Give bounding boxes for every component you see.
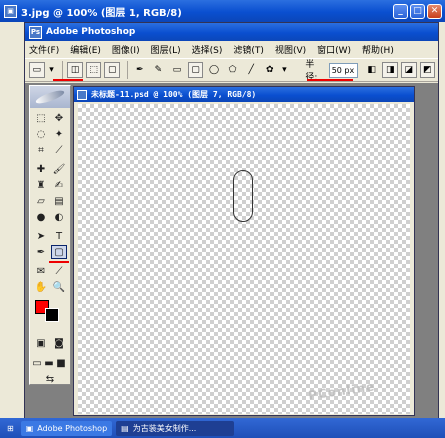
- taskbar-label-document: 为古装美女制作...: [132, 423, 197, 433]
- document-title-bar[interactable]: 未标题-11.psd @ 100% (图层 7, RGB/8): [74, 87, 414, 102]
- image-file-icon: ▣: [4, 4, 17, 18]
- app-title: Adobe Photoshop: [46, 27, 136, 37]
- clone-stamp-tool-icon[interactable]: ♜: [33, 178, 49, 192]
- geometry-options-icon[interactable]: ▾: [281, 62, 289, 78]
- screen-mode-full-menu-icon[interactable]: ▬: [43, 356, 55, 370]
- notes-tool-icon[interactable]: ✉: [33, 264, 49, 278]
- menu-select[interactable]: 选择(S): [192, 43, 223, 56]
- photoshop-icon: Ps: [29, 25, 42, 39]
- toolbox-header[interactable]: [30, 86, 70, 108]
- options-separator: [127, 61, 128, 79]
- shape-layers-icon[interactable]: ◫: [67, 62, 83, 78]
- transparent-canvas[interactable]: PConline: [78, 104, 410, 414]
- taskbar: ⊞ ▣ Adobe Photoshop ▤ 为古装美女制作...: [0, 418, 445, 438]
- paths-mode-icon[interactable]: ⬚: [85, 62, 102, 78]
- workspace: ⬚ ✥ ◌ ✦ ⌗ ⟋ ✚ 🖌 ♜ ✍ ▱ ▤ ● ◐ ➤ T ✒ ▢ ✉ ⟋ …: [25, 83, 438, 418]
- start-button[interactable]: ⊞: [4, 421, 17, 436]
- crop-tool-icon[interactable]: ⌗: [33, 143, 49, 157]
- toolbox-palette: ⬚ ✥ ◌ ✦ ⌗ ⟋ ✚ 🖌 ♜ ✍ ▱ ▤ ● ◐ ➤ T ✒ ▢ ✉ ⟋ …: [29, 85, 71, 385]
- healing-brush-tool-icon[interactable]: ✚: [33, 162, 49, 176]
- photoshop-window: Ps Adobe Photoshop 文件(F) 编辑(E) 图像(I) 图层(…: [24, 22, 439, 418]
- slice-tool-icon[interactable]: ⟋: [51, 143, 67, 157]
- taskbar-label-photoshop: Adobe Photoshop: [37, 423, 108, 433]
- menu-layer[interactable]: 图层(L): [151, 43, 181, 56]
- standard-mode-icon[interactable]: ▣: [33, 336, 49, 350]
- annotation-underline-radius: [307, 79, 353, 81]
- menu-image[interactable]: 图像(I): [112, 43, 140, 56]
- options-bar: ▭ ▾ ◫ ⬚ ▢ ✒ ✎ ▭ ▢ ◯ ⬠ ╱ ✿ ▾ 半径: 50 px ◧ …: [25, 58, 438, 83]
- pen-tool-icon[interactable]: ✒: [33, 245, 49, 259]
- subtract-shape-area-icon[interactable]: ◪: [400, 62, 417, 78]
- magic-wand-tool-icon[interactable]: ✦: [51, 127, 67, 141]
- radius-input[interactable]: 50 px: [328, 62, 358, 78]
- custom-shape-icon[interactable]: ✿: [262, 62, 278, 78]
- marquee-tool-icon[interactable]: ⬚: [33, 111, 49, 125]
- lasso-tool-icon[interactable]: ◌: [33, 127, 49, 141]
- history-brush-tool-icon[interactable]: ✍: [51, 178, 67, 192]
- rounded-rectangle-path[interactable]: [233, 170, 253, 222]
- rectangle-shape-icon[interactable]: ▭: [169, 62, 185, 78]
- gradient-tool-icon[interactable]: ▤: [51, 194, 67, 208]
- polygon-shape-icon[interactable]: ⬠: [225, 62, 241, 78]
- preset-dropdown-icon[interactable]: ▾: [48, 62, 56, 78]
- freeform-pen-icon[interactable]: ✎: [151, 62, 167, 78]
- menu-filter[interactable]: 滤镜(T): [233, 43, 264, 56]
- screen-mode-full-icon[interactable]: ■: [55, 356, 67, 370]
- quick-mask-mode-icon[interactable]: ◙: [51, 336, 67, 350]
- annotation-underline-paths: [53, 79, 83, 81]
- watermark: PConline: [307, 379, 376, 403]
- pen-tool-icon[interactable]: ✒: [132, 62, 148, 78]
- path-selection-tool-icon[interactable]: ➤: [33, 229, 49, 243]
- new-shape-layer-icon[interactable]: ◧: [364, 62, 380, 78]
- options-separator: [62, 61, 64, 79]
- outer-title-bar[interactable]: ▣ 3.jpg @ 100% (图层 1, RGB/8) _ □ ✕: [0, 0, 445, 22]
- move-tool-icon[interactable]: ✥: [51, 111, 67, 125]
- document-task-icon: ▤: [121, 423, 129, 433]
- dodge-tool-icon[interactable]: ◐: [51, 210, 67, 224]
- minimize-icon[interactable]: _: [393, 3, 408, 19]
- document-window: 未标题-11.psd @ 100% (图层 7, RGB/8) PConline: [73, 86, 415, 416]
- maximize-icon[interactable]: □: [410, 3, 425, 19]
- jump-to-imageready-icon[interactable]: ⇆: [42, 372, 58, 386]
- taskbar-item-photoshop[interactable]: ▣ Adobe Photoshop: [20, 420, 113, 436]
- tool-preset-picker-icon[interactable]: ▭: [29, 62, 45, 78]
- brush-tool-icon[interactable]: 🖌: [51, 162, 67, 176]
- close-icon[interactable]: ✕: [427, 3, 442, 19]
- rounded-rectangle-shape-icon[interactable]: ▢: [187, 62, 204, 78]
- feather-logo-icon: [34, 88, 66, 106]
- ellipse-shape-icon[interactable]: ◯: [206, 62, 222, 78]
- menu-file[interactable]: 文件(F): [29, 43, 59, 56]
- document-title: 未标题-11.psd @ 100% (图层 7, RGB/8): [91, 90, 257, 99]
- photoshop-task-icon: ▣: [25, 423, 34, 433]
- annotation-underline-tool: [49, 261, 69, 263]
- outer-window: ▣ 3.jpg @ 100% (图层 1, RGB/8) _ □ ✕ Ps Ad…: [0, 0, 445, 438]
- screen-mode-standard-icon[interactable]: ▭: [31, 356, 43, 370]
- menu-window[interactable]: 窗口(W): [317, 43, 351, 56]
- eyedropper-tool-icon[interactable]: ⟋: [51, 264, 67, 278]
- fill-pixels-icon[interactable]: ▢: [104, 62, 121, 78]
- line-shape-icon[interactable]: ╱: [243, 62, 259, 78]
- intersect-shape-area-icon[interactable]: ◩: [419, 62, 436, 78]
- menu-help[interactable]: 帮助(H): [362, 43, 394, 56]
- add-to-shape-area-icon[interactable]: ◨: [382, 62, 398, 78]
- type-tool-icon[interactable]: T: [51, 229, 67, 243]
- zoom-tool-icon[interactable]: 🔍: [51, 280, 67, 294]
- menu-edit[interactable]: 编辑(E): [70, 43, 101, 56]
- document-icon: [77, 89, 87, 100]
- background-color-swatch[interactable]: [45, 308, 59, 322]
- blur-tool-icon[interactable]: ●: [33, 210, 49, 224]
- app-title-bar[interactable]: Ps Adobe Photoshop: [25, 23, 438, 41]
- menu-view[interactable]: 视图(V): [275, 43, 306, 56]
- eraser-tool-icon[interactable]: ▱: [33, 194, 49, 208]
- hand-tool-icon[interactable]: ✋: [33, 280, 49, 294]
- rounded-rectangle-tool-icon[interactable]: ▢: [51, 245, 67, 259]
- taskbar-item-document[interactable]: ▤ 为古装美女制作...: [116, 420, 235, 436]
- menu-bar: 文件(F) 编辑(E) 图像(I) 图层(L) 选择(S) 滤镜(T) 视图(V…: [25, 41, 438, 58]
- outer-window-title: 3.jpg @ 100% (图层 1, RGB/8): [21, 7, 182, 19]
